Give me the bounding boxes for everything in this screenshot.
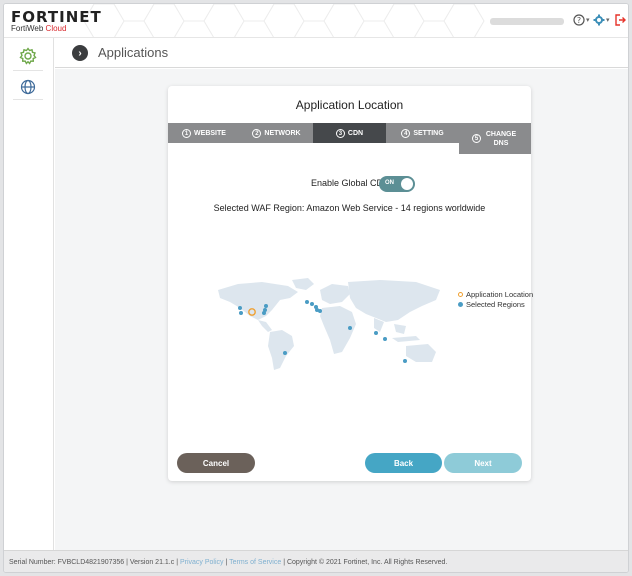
step-cdn[interactable]: 3 CDN: [313, 123, 386, 143]
privacy-policy-link[interactable]: Privacy Policy: [180, 559, 224, 566]
legend-app-location: Application Location: [458, 289, 533, 299]
selected-region-text: Selected WAF Region: Amazon Web Service …: [213, 203, 486, 213]
world-map: [210, 276, 450, 381]
legend-selected-regions: Selected Regions: [458, 299, 533, 309]
logout-icon[interactable]: [615, 14, 626, 29]
settings-gear-icon[interactable]: [593, 14, 605, 29]
global-cdn-row: Enable Global CDN: ON: [168, 176, 531, 192]
breadcrumb: › Applications: [55, 38, 628, 68]
global-cdn-toggle[interactable]: ON: [379, 176, 415, 192]
app-window: FORTINET FortiWeb Cloud ? ▾ ▾ › Applicat…: [3, 3, 629, 573]
logo-text: FORTINET: [11, 8, 102, 26]
help-icon[interactable]: ?: [573, 14, 585, 29]
chevron-right-icon[interactable]: ›: [72, 45, 88, 61]
app-location-marker-icon: [458, 291, 463, 297]
cancel-button[interactable]: Cancel: [177, 453, 255, 473]
wizard-steps: 1 WEBSITE 2 NETWORK 3 CDN 4 SETTING 5 CHANGE …: [168, 123, 531, 156]
sidebar-item-settings[interactable]: [13, 41, 43, 71]
terms-of-service-link[interactable]: Terms of Service: [229, 559, 281, 566]
map-legend: Application Location Selected Regions: [458, 289, 533, 309]
step-website[interactable]: 1 WEBSITE: [168, 123, 240, 143]
world-map-graphic: [218, 278, 440, 370]
next-button[interactable]: Next: [444, 453, 522, 473]
back-button[interactable]: Back: [365, 453, 442, 473]
toggle-knob: [401, 178, 413, 190]
svg-text:?: ?: [577, 16, 581, 25]
top-bar: FORTINET FortiWeb Cloud ? ▾ ▾: [4, 4, 628, 38]
help-dropdown-chevron-icon[interactable]: ▾: [586, 16, 590, 24]
step-setting[interactable]: 4 SETTING: [386, 123, 459, 143]
footer-serial: Serial Number: FVBCLD4821907356 | Versio…: [9, 559, 180, 566]
wizard-title: Application Location: [295, 98, 404, 112]
user-account-menu[interactable]: [490, 18, 564, 25]
gear-icon: [19, 46, 37, 65]
globe-icon: [20, 79, 36, 94]
page-title: Applications: [98, 45, 169, 60]
wizard-card: Application Location 1 WEBSITE 2 NETWORK 3…: [168, 86, 533, 481]
settings-dropdown-chevron-icon[interactable]: ▾: [606, 16, 610, 24]
fortinet-logo[interactable]: FORTINET FortiWeb Cloud: [11, 8, 102, 34]
sidebar-item-global[interactable]: [13, 74, 43, 100]
footer: Serial Number: FVBCLD4821907356 | Versio…: [4, 550, 628, 572]
footer-copyright: | Copyright © 2021 Fortinet, Inc. All Ri…: [281, 559, 448, 566]
step-change-dns[interactable]: 5 CHANGE DNS: [459, 123, 531, 154]
selected-region-marker-icon: [458, 301, 463, 307]
sidebar: [4, 38, 54, 550]
hex-pattern-background: [84, 4, 485, 37]
main-content: Application Location 1 WEBSITE 2 NETWORK 3…: [55, 69, 628, 550]
step-network[interactable]: 2 NETWORK: [240, 123, 313, 143]
